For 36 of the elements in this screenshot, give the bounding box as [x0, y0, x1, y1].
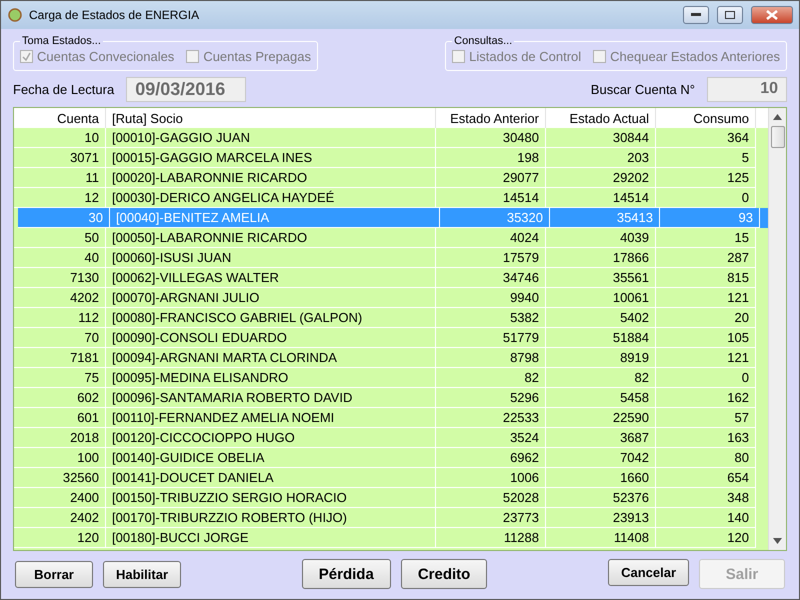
date-field[interactable]: 09/03/2016 [126, 76, 246, 102]
checkbox[interactable] [452, 50, 466, 63]
checkbox-label: Chequear Estados Anteriores [610, 49, 780, 64]
checkbox-label: Listados de Control [469, 49, 582, 64]
app-icon [7, 7, 23, 23]
credito-button[interactable]: Credito [400, 559, 488, 589]
account-search-field[interactable]: 10 [707, 76, 787, 102]
table-cell: [00180]-BUCCI JORGE [106, 528, 436, 548]
checkbox-label: Cuentas Convecionales [37, 49, 174, 64]
cancelar-button[interactable]: Cancelar [608, 559, 689, 586]
checkbox[interactable] [593, 50, 606, 63]
scroll-up-icon[interactable] [773, 114, 782, 120]
table-cell: 11288 [436, 528, 546, 548]
perdida-button[interactable]: Pérdida [302, 559, 391, 589]
close-button[interactable] [751, 6, 793, 24]
maximize-icon [725, 11, 735, 19]
maximize-button[interactable] [717, 6, 743, 24]
search-label: Buscar Cuenta N° [590, 82, 695, 96]
scroll-thumb[interactable] [770, 126, 784, 148]
table-cell: 11408 [546, 528, 656, 548]
borrar-button[interactable]: Borrar [15, 560, 93, 588]
table-cell: 120 [656, 528, 756, 548]
checkbox[interactable] [186, 50, 200, 63]
window-title: Carga de Estados de ENERGIA [29, 8, 200, 22]
checkbox[interactable] [20, 50, 33, 63]
habilitar-button[interactable]: Habilitar [103, 560, 182, 588]
minimize-icon [691, 13, 701, 17]
group-title: Consultas... [453, 35, 514, 47]
group-title: Toma Estados... [21, 35, 102, 47]
scroll-down-icon[interactable] [773, 538, 782, 544]
scrollbar[interactable] [768, 108, 786, 550]
table-cell: 120 [14, 528, 106, 548]
checkbox-label: Cuentas Prepagas [203, 49, 311, 64]
date-label: Fecha de Lectura [13, 82, 114, 96]
close-icon [766, 10, 778, 20]
minimize-button[interactable] [683, 6, 709, 24]
